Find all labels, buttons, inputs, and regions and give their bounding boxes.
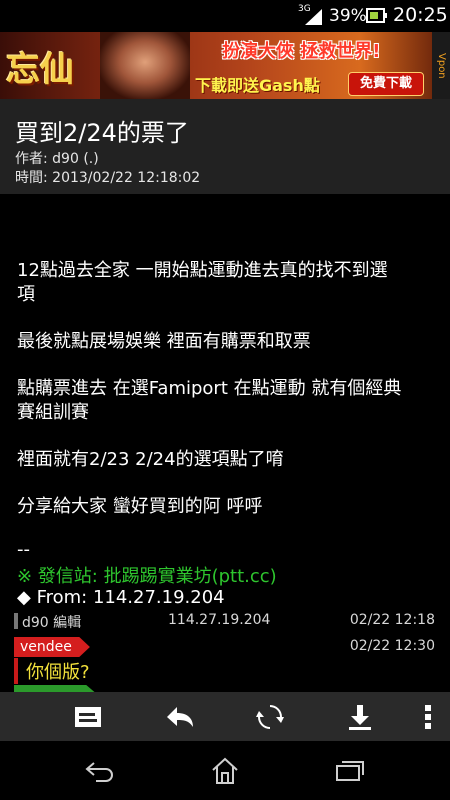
action-toolbar <box>0 692 450 741</box>
edit-time: 02/22 12:18 <box>349 612 435 628</box>
body-line: 裡面就有2/23 2/24的選項點了唷 <box>17 449 284 470</box>
signature-from: ◆ From: 114.27.19.204 <box>17 587 225 608</box>
system-nav-bar <box>0 741 450 800</box>
push-user-tag[interactable]: vendee <box>14 637 90 657</box>
edit-label: d90 編輯 <box>22 615 82 631</box>
ad-banner[interactable]: 忘仙 扮演大俠 拯救世界! 下載即送Gash點 免費下載 Vpon <box>0 32 450 99</box>
post-time: 時間: 2013/02/22 12:18:02 <box>15 170 201 186</box>
body-line: 最後就點展場娛樂 裡面有購票和取票 <box>17 331 311 352</box>
ad-slogan: 扮演大俠 拯救世界! <box>222 41 381 62</box>
battery-icon <box>366 8 387 23</box>
battery-percent: 39% <box>329 6 367 26</box>
nav-back-icon <box>85 761 113 782</box>
overflow-menu-icon <box>425 704 431 729</box>
edit-ip: 114.27.19.204 <box>168 612 271 628</box>
push-text: 你個版? <box>14 658 90 684</box>
refresh-button[interactable] <box>235 692 305 741</box>
back-reply-icon <box>167 706 193 727</box>
signature-site: ※ 發信站: 批踢踢實業坊(ptt.cc) <box>17 566 277 587</box>
ad-network-label: Vpon <box>432 32 450 99</box>
nav-home-icon <box>212 757 238 784</box>
nav-recent-apps-button[interactable] <box>310 741 390 800</box>
reply-post-icon <box>75 706 101 727</box>
push-user-tag[interactable] <box>14 685 98 692</box>
signature-separator: -- <box>17 539 30 560</box>
post-author: 作者: d90 (.) <box>15 151 99 167</box>
download-button[interactable] <box>325 692 395 741</box>
edit-marker <box>14 613 18 629</box>
body-line: 賽組訓賽 <box>17 402 89 423</box>
status-bar: 3G 39% 20:25 <box>0 0 450 32</box>
body-line: 分享給大家 蠻好買到的阿 呼呼 <box>17 496 263 517</box>
post-title: 買到2/24的票了 <box>15 119 189 147</box>
body-line: 點購票進去 在選Famiport 在點運動 就有個經典 <box>17 378 402 399</box>
ad-promo: 下載即送Gash點 <box>195 76 320 95</box>
nav-back-button[interactable] <box>60 741 140 800</box>
nav-home-button[interactable] <box>185 741 265 800</box>
ad-logo: 忘仙 <box>6 50 74 90</box>
download-icon <box>349 704 371 730</box>
clock: 20:25 <box>393 4 448 26</box>
ad-character-image <box>100 32 190 99</box>
overflow-menu-button[interactable] <box>393 692 450 741</box>
nav-recent-apps-icon <box>336 760 364 781</box>
body-line: 項 <box>17 284 35 305</box>
push-time: 02/22 12:30 <box>349 638 435 654</box>
reply-post-button[interactable] <box>53 692 123 741</box>
body-line: 12點過去全家 一開始點運動進去真的找不到選 <box>17 260 388 281</box>
post-content[interactable]: 12點過去全家 一開始點運動進去真的找不到選 項 最後就點展場娛樂 裡面有購票和… <box>0 194 450 692</box>
refresh-icon <box>256 704 284 729</box>
ad-download-button[interactable]: 免費下載 <box>348 72 424 96</box>
post-header: 買到2/24的票了 作者: d90 (.) 時間: 2013/02/22 12:… <box>0 99 450 194</box>
back-reply-button[interactable] <box>145 692 215 741</box>
signal-icon <box>305 9 322 25</box>
